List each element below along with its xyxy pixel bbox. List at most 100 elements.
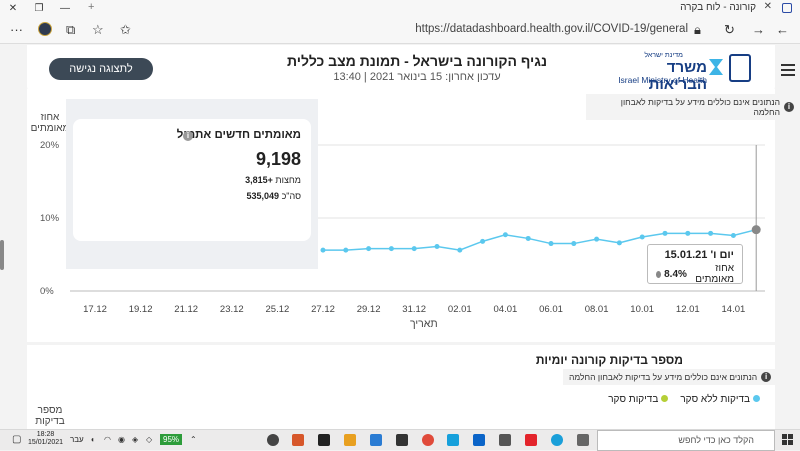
store-icon[interactable]	[499, 434, 511, 446]
kpi-panel: מאומתים חדשים אתמול i 9,198 מחצות +3,815…	[66, 99, 318, 269]
x-tick-label: 25.12	[265, 304, 290, 315]
legend-item-non-survey[interactable]: בדיקות ללא סקר	[680, 394, 760, 405]
favorites-icon[interactable]: ☆	[92, 22, 104, 38]
taskbar: ▢ 18:28 15/01/2021 עבר ◖ ◠ ◉ ◈ ◇ 95% ⌃ ה…	[0, 429, 800, 451]
task-view-icon[interactable]	[577, 434, 589, 446]
data-point[interactable]	[366, 246, 372, 252]
tooltip-date: יום ו' 15.01.21	[664, 249, 734, 261]
taskbar-app-icon[interactable]	[370, 434, 382, 446]
kpi-value: 9,198	[255, 149, 301, 169]
wifi-icon[interactable]: ◠	[104, 435, 111, 444]
volume-icon[interactable]: ◖	[90, 435, 95, 444]
address-bar-input[interactable]: https://datadashboard.health.gov.il/COVI…	[415, 23, 688, 35]
collections-icon[interactable]: ⧉	[66, 22, 75, 38]
chrome-icon[interactable]	[422, 434, 434, 446]
browser-toolbar: ··· ⧉ ☆ ✩ https://datadashboard.health.g…	[0, 16, 800, 44]
legend-dot	[661, 395, 669, 402]
windows-start-icon[interactable]	[782, 434, 794, 446]
tray-expand-icon[interactable]: ⌃	[190, 435, 197, 444]
data-point[interactable]	[662, 230, 668, 236]
data-point[interactable]	[548, 241, 554, 247]
kpi-midnight-value: +3,815	[245, 175, 273, 185]
close-window-button[interactable]: ✕	[0, 0, 26, 16]
data-point[interactable]	[708, 230, 714, 236]
close-tab-icon[interactable]: ✕	[764, 1, 772, 12]
taskbar-app-icon[interactable]	[396, 434, 408, 446]
back-icon[interactable]: ←	[776, 22, 789, 38]
data-point[interactable]	[320, 247, 326, 253]
add-favorite-icon[interactable]: ✩	[120, 22, 131, 38]
data-point[interactable]	[457, 247, 463, 253]
kpi-total-label: סה"כ	[281, 191, 301, 201]
tooltip-value-row: אחוז מאומתים 8.4%	[656, 263, 734, 285]
x-tick-label: 29.12	[356, 304, 381, 315]
mail-icon[interactable]	[473, 434, 485, 446]
data-point[interactable]	[730, 233, 736, 239]
kpi-info-icon[interactable]: i	[183, 131, 193, 141]
tab-title[interactable]: קורונה - לוח בקרה	[680, 2, 756, 13]
notification-icon[interactable]: ▢	[12, 434, 21, 445]
x-tick-label: 08.01	[584, 304, 609, 315]
info-icon[interactable]: i	[761, 372, 772, 382]
x-tick-label: 02.01	[447, 304, 472, 315]
profile-avatar[interactable]	[38, 22, 52, 36]
taskbar-app-icon[interactable]	[525, 434, 537, 446]
language-indicator[interactable]: עבר	[70, 435, 84, 444]
data-point[interactable]	[434, 243, 440, 249]
x-tick-label: 21.12	[174, 304, 199, 315]
data-point[interactable]	[388, 246, 394, 252]
kpi-midnight-row: מחצות +3,815	[245, 175, 301, 185]
page-content[interactable]: לתצוגה נגישה נגיף הקורונה בישראל - תמונת…	[0, 45, 800, 429]
taskbar-app-icon[interactable]	[318, 434, 330, 446]
x-tick-label: 14.01	[721, 304, 746, 315]
data-point[interactable]	[616, 240, 622, 246]
x-tick-label: 06.01	[539, 304, 563, 315]
chart-tooltip: יום ו' 15.01.21 אחוז מאומתים 8.4%	[647, 244, 743, 285]
taskbar-app-icon[interactable]	[344, 434, 356, 446]
edge-icon[interactable]	[551, 434, 563, 446]
taskbar-search-input[interactable]: הקלד כאן כדי לחפש	[597, 430, 775, 451]
x-tick-label: 10.01	[630, 304, 655, 315]
forward-icon[interactable]: →	[752, 22, 765, 38]
data-point[interactable]	[594, 236, 600, 242]
legend-item-survey[interactable]: בדיקות סקר	[608, 394, 669, 405]
data-point[interactable]	[685, 230, 691, 236]
x-tick-label: 27.12	[311, 304, 335, 315]
tray-icon[interactable]: ◉	[118, 435, 125, 444]
data-point[interactable]	[502, 232, 508, 238]
data-point[interactable]	[639, 234, 645, 240]
tray-icon[interactable]: ◈	[132, 435, 138, 444]
tooltip-label: אחוז מאומתים	[695, 263, 734, 285]
data-point[interactable]	[525, 235, 531, 241]
x-tick-label: 23.12	[219, 304, 244, 315]
tab-favicon-icon	[782, 3, 792, 13]
maximize-window-button[interactable]: ❐	[26, 0, 52, 16]
legend-dot	[753, 395, 760, 402]
more-options-icon[interactable]: ···	[10, 22, 23, 38]
taskbar-app-icon[interactable]	[292, 434, 304, 446]
data-point[interactable]	[571, 241, 577, 247]
lock-icon[interactable]: 🔒︎	[694, 22, 701, 38]
x-tick-label: 19.12	[128, 304, 153, 315]
browser-title-bar: ✕ ❐ — + ✕ קורונה - לוח בקרה	[0, 0, 800, 16]
refresh-icon[interactable]: ↻	[724, 22, 735, 38]
tests-legend: בדיקות ללא סקר בדיקות סקר	[608, 394, 760, 405]
new-confirmed-card: מאומתים חדשים אתמול i 9,198 מחצות +3,815…	[73, 119, 311, 241]
new-tab-button[interactable]: +	[88, 1, 94, 13]
minimize-window-button[interactable]: —	[52, 0, 78, 16]
data-point[interactable]	[480, 238, 486, 244]
tests-y-axis-title: מספר בדיקות	[35, 405, 65, 427]
taskbar-clock[interactable]: 18:28 15/01/2021	[28, 431, 63, 447]
highlighted-data-point[interactable]	[751, 225, 761, 235]
tests-note-text: הנתונים אינם כוללים מידע על בדיקות לאבחו…	[569, 372, 758, 382]
tooltip-value: 8.4%	[664, 268, 687, 280]
data-point[interactable]	[343, 247, 349, 253]
x-axis-title: תאריך	[410, 318, 438, 330]
kpi-total-value: 535,049	[246, 191, 280, 201]
data-point[interactable]	[411, 246, 417, 252]
battery-indicator[interactable]: 95%	[160, 434, 183, 445]
taskbar-app-icon[interactable]	[267, 434, 279, 446]
taskbar-app-icon[interactable]	[447, 434, 459, 446]
x-tick-label: 31.12	[402, 304, 427, 315]
tray-icon[interactable]: ◇	[146, 435, 152, 444]
